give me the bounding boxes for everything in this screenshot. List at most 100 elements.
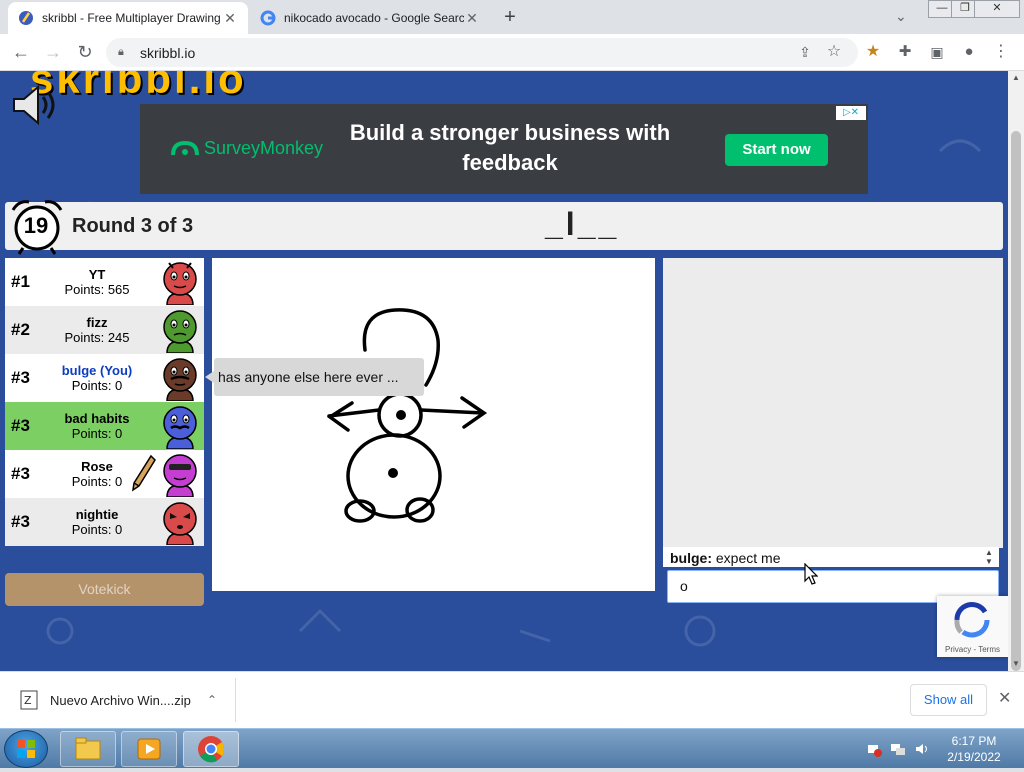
close-icon[interactable]: ✕: [464, 10, 480, 27]
new-tab-button[interactable]: +: [498, 6, 522, 30]
skribbl-page: skribbl.io SurveyMonkey Build a stronger…: [0, 71, 1008, 671]
windows-logo-icon: [17, 740, 35, 758]
player-avatar-icon: [163, 358, 197, 401]
player-rank: #3: [11, 512, 30, 531]
scroll-down-icon[interactable]: ▼: [1012, 659, 1020, 668]
ad-brand: SurveyMonkey: [170, 138, 323, 159]
player-avatar-icon: [163, 310, 197, 353]
player-avatar-icon: [163, 406, 197, 449]
chrome-icon: [198, 736, 225, 763]
close-icon[interactable]: ✕: [998, 688, 1011, 708]
forward-arrow-icon[interactable]: →: [42, 42, 64, 64]
download-bar: Z Nuevo Archivo Win....zip ⌃ Show all ✕: [0, 671, 1024, 728]
player-name: bad habits: [64, 411, 130, 426]
browser-toolbar: ← → ↻ 🔒︎ skribbl.io ⇪ ☆ ★ ✚ ▣ ● ⋮: [0, 34, 1024, 71]
profile-avatar-icon[interactable]: ●: [958, 42, 980, 64]
player-points: Points: 0: [71, 426, 123, 441]
svg-text:Z: Z: [24, 694, 32, 707]
mouse-cursor-icon: [804, 563, 818, 585]
file-explorer-taskbar-button[interactable]: [60, 731, 116, 767]
chat-panel: [663, 258, 1003, 548]
player-rank: #1: [11, 272, 30, 291]
player-row[interactable]: #3 nightie Points: 0: [5, 498, 204, 546]
player-avatar-icon: [163, 454, 197, 497]
player-row-drawing[interactable]: #3 Rose Points: 0: [5, 450, 204, 498]
player-points: Points: 245: [64, 330, 130, 345]
player-name: YT: [88, 267, 106, 282]
menu-kebab-icon[interactable]: ⋮: [990, 42, 1012, 64]
player-row[interactable]: #3 bad habits Points: 0: [5, 402, 204, 450]
adchoices-icon[interactable]: ▷✕: [836, 106, 866, 120]
advertisement-banner[interactable]: SurveyMonkey Build a stronger business w…: [140, 104, 868, 194]
scroll-up-icon[interactable]: ▲: [1012, 73, 1020, 82]
player-name: nightie: [75, 507, 119, 522]
show-all-button[interactable]: Show all: [910, 684, 987, 716]
extensions-puzzle-icon[interactable]: ✚: [894, 42, 916, 64]
close-icon[interactable]: ✕: [222, 10, 238, 27]
clock-time: 6:17 PM: [951, 734, 997, 748]
volume-icon[interactable]: [914, 741, 930, 757]
tab-skribbl[interactable]: skribbl - Free Multiplayer Drawing ✕: [8, 2, 248, 34]
skribbl-favicon-icon: [19, 11, 33, 25]
scrollbar-thumb[interactable]: [1011, 131, 1021, 671]
folder-icon: [75, 737, 101, 760]
skribbl-logo: skribbl.io: [30, 71, 247, 102]
download-filename: Nuevo Archivo Win....zip: [50, 692, 191, 708]
system-clock[interactable]: 6:17 PM 2/19/2022: [940, 733, 1008, 765]
pencil-drawing-icon: [132, 454, 156, 492]
player-row[interactable]: #1 YT Points: 565: [5, 258, 204, 306]
url-text: skribbl.io: [140, 44, 196, 61]
round-info-bar: 19 Round 3 of 3 _l__: [5, 200, 1003, 255]
close-window-button[interactable]: ✕: [974, 0, 1020, 18]
player-list: #1 YT Points: 565 #2 fizz Points: 245 #3…: [5, 258, 204, 546]
address-bar[interactable]: 🔒︎ skribbl.io: [106, 38, 858, 67]
ad-start-now-button[interactable]: Start now: [725, 134, 828, 166]
back-arrow-icon[interactable]: ←: [10, 42, 32, 64]
chat-scroll-arrows-icon[interactable]: ▲ ▼: [985, 548, 993, 566]
speech-bubble-arrow: [205, 371, 214, 383]
recaptcha-badge[interactable]: Privacy - Terms: [937, 596, 1008, 657]
media-player-taskbar-button[interactable]: [121, 731, 177, 767]
chrome-taskbar-button[interactable]: [183, 731, 239, 767]
drawing-canvas[interactable]: [212, 258, 655, 591]
tab-google-search[interactable]: nikocado avocado - Google Search ✕: [250, 2, 490, 34]
reload-icon[interactable]: ↻: [74, 42, 96, 64]
recaptcha-terms[interactable]: Privacy - Terms: [937, 645, 1008, 654]
word-hint: _l__: [545, 206, 620, 242]
network-warning-icon[interactable]: [866, 741, 882, 757]
player-avatar-icon: [163, 262, 197, 305]
download-item[interactable]: Z Nuevo Archivo Win....zip ⌃: [0, 678, 236, 722]
extension-star-icon[interactable]: ★: [862, 42, 884, 64]
side-panel-icon[interactable]: ▣: [926, 42, 948, 64]
tab-search-chevron-icon[interactable]: ⌄: [895, 8, 907, 25]
round-counter: Round 3 of 3: [72, 215, 194, 237]
windows-taskbar: 6:17 PM 2/19/2022: [0, 728, 1024, 768]
player-rank: #2: [11, 320, 30, 339]
network-icon[interactable]: [890, 741, 906, 757]
player-name: bulge (You): [61, 363, 133, 378]
tab-title: nikocado avocado - Google Search: [284, 11, 464, 25]
start-button[interactable]: [4, 730, 48, 768]
clock-date: 2/19/2022: [947, 750, 1001, 764]
chevron-up-icon[interactable]: ⌃: [207, 693, 217, 707]
tab-strip: skribbl - Free Multiplayer Drawing ✕ nik…: [0, 0, 1024, 34]
player-rank: #3: [11, 464, 30, 483]
chat-speech-bubble: has anyone else here ever ...: [214, 358, 424, 396]
share-icon[interactable]: ⇪: [794, 42, 816, 64]
bookmark-star-icon[interactable]: ☆: [823, 42, 845, 64]
chat-message-text: expect me: [715, 550, 781, 566]
player-points: Points: 0: [71, 378, 123, 393]
player-rank: #3: [11, 368, 30, 387]
player-rank: #3: [11, 416, 30, 435]
sound-speaker-icon[interactable]: [10, 83, 56, 127]
player-row-you[interactable]: #3 bulge (You) Points: 0: [5, 354, 204, 402]
zip-file-icon: Z: [20, 690, 38, 710]
player-points: Points: 565: [64, 282, 130, 297]
ad-headline: Build a stronger business with feedback: [349, 120, 671, 175]
votekick-button[interactable]: Votekick: [5, 573, 204, 606]
lock-icon: 🔒︎: [118, 46, 124, 58]
player-row[interactable]: #2 fizz Points: 245: [5, 306, 204, 354]
page-scrollbar[interactable]: ▲ ▼: [1008, 71, 1024, 671]
tab-title: skribbl - Free Multiplayer Drawing: [42, 11, 221, 25]
chat-message: bulge: expect me: [663, 547, 999, 567]
